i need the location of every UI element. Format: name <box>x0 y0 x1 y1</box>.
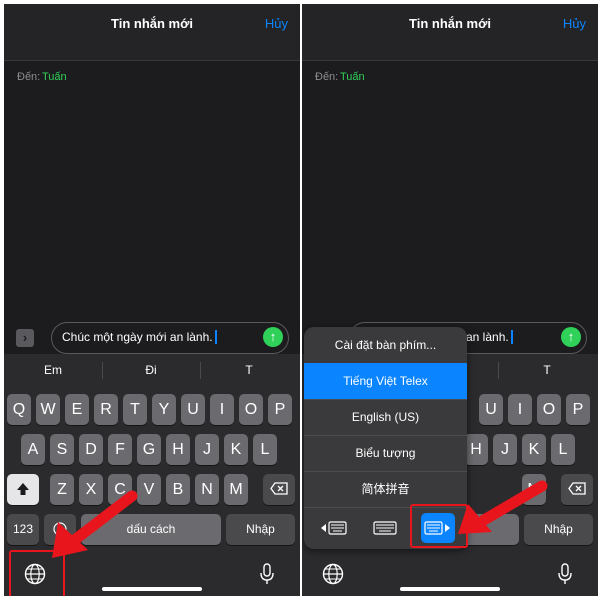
conversation-area <box>302 98 598 354</box>
key-o[interactable]: O <box>537 394 561 425</box>
suggestion-item[interactable]: T <box>498 363 596 377</box>
key-x[interactable]: X <box>79 474 103 505</box>
left-keyboard-icon <box>321 521 347 535</box>
home-indicator <box>400 587 500 591</box>
right-phone-screen: Tin nhắn mới Hủy Đến: Tuấn an lành. ↑ T … <box>302 4 598 596</box>
return-key[interactable]: Nhập <box>524 514 593 545</box>
key-f[interactable]: F <box>108 434 132 465</box>
app-drawer-button[interactable]: › <box>16 329 34 347</box>
keyboard-option-highlight-box <box>410 504 468 548</box>
emoji-icon <box>53 522 67 536</box>
keyboard-icon <box>373 521 397 535</box>
key-l[interactable]: L <box>253 434 277 465</box>
cancel-button[interactable]: Hủy <box>265 16 288 31</box>
menu-item-vietnamese-telex[interactable]: Tiếng Việt Telex <box>304 363 467 400</box>
key-y[interactable]: Y <box>152 394 176 425</box>
key-l[interactable]: L <box>551 434 575 465</box>
key-c[interactable]: C <box>108 474 132 505</box>
key-o[interactable]: O <box>239 394 263 425</box>
numbers-key[interactable]: 123 <box>7 514 39 545</box>
menu-item-english-us[interactable]: English (US) <box>304 399 467 436</box>
shift-icon <box>17 483 29 495</box>
globe-highlight-box <box>9 550 65 596</box>
suggestion-item[interactable]: Đi <box>102 363 200 377</box>
recipient-label: Đến: <box>315 71 339 83</box>
message-text: an lành. <box>466 330 509 344</box>
key-m[interactable]: M <box>224 474 248 505</box>
key-u[interactable]: U <box>479 394 503 425</box>
recipient-row[interactable]: Đến: Tuấn <box>4 60 300 99</box>
return-key[interactable]: Nhập <box>226 514 295 545</box>
menu-item-emoji[interactable]: Biểu tượng <box>304 435 467 472</box>
suggestion-item[interactable]: Em <box>4 363 102 377</box>
key-e[interactable]: E <box>65 394 89 425</box>
key-k[interactable]: K <box>522 434 546 465</box>
key-h[interactable]: H <box>464 434 488 465</box>
key-z[interactable]: Z <box>50 474 74 505</box>
shift-key[interactable] <box>7 474 39 505</box>
recipient-name[interactable]: Tuấn <box>42 71 67 83</box>
text-caret <box>510 330 513 344</box>
space-key[interactable]: dấu cách <box>81 514 221 545</box>
full-keyboard-option[interactable] <box>368 513 402 543</box>
left-keyboard-option[interactable] <box>316 513 350 543</box>
menu-item-keyboard-settings[interactable]: Cài đặt bàn phím... <box>304 327 467 364</box>
keyboard: Em Đi T Q W E R T Y U I O P A S D F G H … <box>4 354 300 596</box>
nav-bar: Tin nhắn mới Hủy <box>4 4 300 61</box>
key-i[interactable]: I <box>210 394 234 425</box>
key-h[interactable]: H <box>166 434 190 465</box>
message-input[interactable]: Chúc một ngày mới an lành. ↑ <box>51 322 289 354</box>
key-m[interactable]: M <box>522 474 546 505</box>
key-i[interactable]: I <box>508 394 532 425</box>
message-text: Chúc một ngày mới an lành. <box>62 330 213 344</box>
key-g[interactable]: G <box>137 434 161 465</box>
key-j[interactable]: J <box>195 434 219 465</box>
page-title: Tin nhắn mới <box>111 16 193 31</box>
key-r[interactable]: R <box>94 394 118 425</box>
key-w[interactable]: W <box>36 394 60 425</box>
emoji-key[interactable] <box>44 514 76 545</box>
key-v[interactable]: V <box>137 474 161 505</box>
key-a[interactable]: A <box>21 434 45 465</box>
key-t[interactable]: T <box>123 394 147 425</box>
send-button[interactable]: ↑ <box>561 327 581 347</box>
backspace-icon <box>270 482 288 495</box>
backspace-icon <box>568 482 586 495</box>
send-button[interactable]: ↑ <box>263 327 283 347</box>
key-j[interactable]: J <box>493 434 517 465</box>
page-title: Tin nhắn mới <box>409 16 491 31</box>
key-p[interactable]: P <box>268 394 292 425</box>
left-phone-screen: Tin nhắn mới Hủy Đến: Tuấn › Chúc một ng… <box>4 4 300 596</box>
key-q[interactable]: Q <box>7 394 31 425</box>
globe-icon[interactable] <box>321 562 345 586</box>
key-p[interactable]: P <box>566 394 590 425</box>
suggestion-item[interactable]: T <box>200 363 298 377</box>
nav-bar: Tin nhắn mới Hủy <box>302 4 598 61</box>
key-d[interactable]: D <box>79 434 103 465</box>
key-u[interactable]: U <box>181 394 205 425</box>
backspace-key[interactable] <box>263 474 295 505</box>
menu-item-chinese-pinyin[interactable]: 简体拼音 <box>304 471 467 508</box>
recipient-row[interactable]: Đến: Tuấn <box>302 60 598 99</box>
key-b[interactable]: B <box>166 474 190 505</box>
home-indicator <box>102 587 202 591</box>
cancel-button[interactable]: Hủy <box>563 16 586 31</box>
recipient-name[interactable]: Tuấn <box>340 71 365 83</box>
backspace-key[interactable] <box>561 474 593 505</box>
conversation-area <box>4 98 300 354</box>
recipient-label: Đến: <box>17 71 41 83</box>
suggestion-bar: Em Đi T <box>4 354 300 386</box>
key-n[interactable]: N <box>195 474 219 505</box>
microphone-icon[interactable] <box>555 562 575 586</box>
text-caret <box>214 330 217 344</box>
microphone-icon[interactable] <box>257 562 277 586</box>
key-k[interactable]: K <box>224 434 248 465</box>
key-s[interactable]: S <box>50 434 74 465</box>
